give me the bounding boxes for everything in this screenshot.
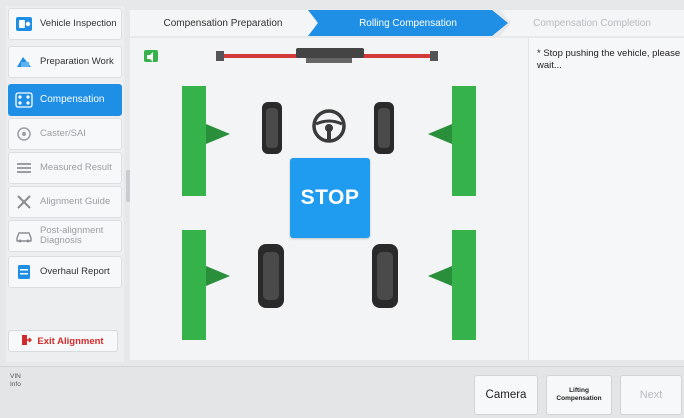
steering-wheel-icon xyxy=(312,109,346,143)
preparation-icon xyxy=(15,53,33,71)
rear-left-wheel xyxy=(258,244,284,308)
lifting-label-line2: Compensation xyxy=(556,395,602,402)
step-compensation-preparation: Compensation Preparation xyxy=(130,10,316,36)
sidebar-item-label: Caster/SAI xyxy=(40,128,86,139)
sidebar-item-overhaul-report[interactable]: Overhaul Report xyxy=(8,256,122,288)
compensation-view: STOP xyxy=(130,38,528,360)
sidebar-item-post-alignment-diagnosis[interactable]: Post-alignment Diagnosis xyxy=(8,220,122,252)
vin-info: VIN Info xyxy=(10,373,21,389)
vehicle-inspection-icon xyxy=(15,15,33,33)
step-rolling-compensation: Rolling Compensation xyxy=(308,10,508,36)
camera-button[interactable]: Camera xyxy=(474,375,538,415)
info-label: Info xyxy=(10,381,21,388)
report-icon xyxy=(15,263,33,281)
diagnosis-icon xyxy=(15,227,33,245)
sidebar-item-preparation-work[interactable]: Preparation Work xyxy=(8,46,122,78)
sidebar-item-measured-result[interactable]: Measured Result xyxy=(8,152,122,184)
sidebar: Vehicle Inspection Preparation Work Comp… xyxy=(6,6,124,362)
compensation-icon xyxy=(15,91,33,109)
front-right-sensor xyxy=(428,86,476,196)
caster-icon xyxy=(15,125,33,143)
front-right-wheel xyxy=(374,102,394,154)
rear-right-sensor xyxy=(428,230,476,340)
sidebar-item-label: Compensation xyxy=(40,94,105,105)
exit-alignment-label: Exit Alignment xyxy=(37,335,104,347)
measured-result-icon xyxy=(15,159,33,177)
sidebar-item-vehicle-inspection[interactable]: Vehicle Inspection xyxy=(8,8,122,40)
step-progress: Compensation Preparation Compensation Co… xyxy=(130,10,684,36)
sidebar-item-alignment-guide[interactable]: Alignment Guide xyxy=(8,186,122,218)
alignment-guide-icon xyxy=(15,193,33,211)
rear-left-sensor xyxy=(182,230,230,340)
camera-beam xyxy=(216,48,438,63)
step-compensation-completion: Compensation Completion xyxy=(500,10,684,36)
instruction-panel: * Stop pushing the vehicle, please wait.… xyxy=(528,38,684,360)
sidebar-item-label: Vehicle Inspection xyxy=(40,18,117,29)
exit-alignment-button[interactable]: Exit Alignment xyxy=(8,330,118,352)
rear-right-wheel xyxy=(372,244,398,308)
alignment-app: Vehicle Inspection Preparation Work Comp… xyxy=(0,0,684,418)
sidebar-item-label: Alignment Guide xyxy=(40,196,111,207)
lifting-compensation-button[interactable]: Lifting Compensation xyxy=(546,375,612,415)
sidebar-item-caster-sai[interactable]: Caster/SAI xyxy=(8,118,122,150)
lifting-label-line1: Lifting xyxy=(569,387,589,394)
bottom-bar: VIN Info Camera Lifting Compensation Nex… xyxy=(0,366,684,418)
sidebar-item-label: Post-alignment Diagnosis xyxy=(40,225,104,246)
instruction-message: * Stop pushing the vehicle, please wait.… xyxy=(537,48,681,71)
sidebar-item-label: Measured Result xyxy=(40,162,112,173)
sidebar-item-compensation[interactable]: Compensation xyxy=(8,84,122,116)
sidebar-item-label: Preparation Work xyxy=(40,56,114,67)
stop-indicator: STOP xyxy=(290,158,370,238)
exit-icon xyxy=(22,332,33,350)
front-left-sensor xyxy=(182,86,230,196)
next-button[interactable]: Next xyxy=(620,375,682,415)
sidebar-item-label: Overhaul Report xyxy=(40,266,110,277)
vin-label: VIN xyxy=(10,373,21,380)
front-left-wheel xyxy=(262,102,282,154)
